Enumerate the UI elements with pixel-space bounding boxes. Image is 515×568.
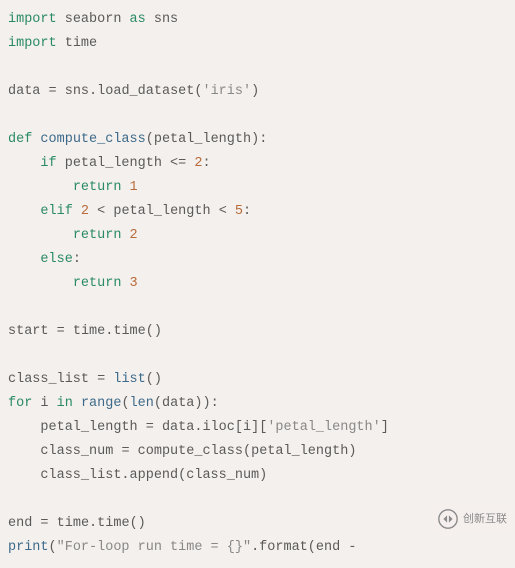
code-line: elif 2 < petal_length < 5:	[8, 204, 251, 219]
code-line: def compute_class(petal_length):	[8, 132, 267, 147]
code-line: petal_length = data.iloc[i]['petal_lengt…	[8, 420, 389, 435]
watermark-logo-icon	[437, 508, 459, 530]
code-block: import seaborn as sns import time data =…	[0, 0, 515, 568]
code-line: data = sns.load_dataset('iris')	[8, 84, 259, 99]
code-line: return 1	[8, 180, 138, 195]
code-line: for i in range(len(data)):	[8, 396, 219, 411]
watermark-text: 创新互联	[463, 507, 507, 531]
code-line: import time	[8, 36, 97, 51]
code-line: start = time.time()	[8, 324, 162, 339]
code-line: import seaborn as sns	[8, 12, 178, 27]
watermark: 创新互联	[433, 505, 511, 533]
code-line: class_list = list()	[8, 372, 162, 387]
code-line: end = time.time()	[8, 516, 146, 531]
code-line: if petal_length <= 2:	[8, 156, 211, 171]
code-line: return 2	[8, 228, 138, 243]
code-line: print("For-loop run time = {}".format(en…	[8, 540, 365, 555]
code-line: class_list.append(class_num)	[8, 468, 267, 483]
code-line: class_num = compute_class(petal_length)	[8, 444, 356, 459]
code-line: else:	[8, 252, 81, 267]
code-line: return 3	[8, 276, 138, 291]
